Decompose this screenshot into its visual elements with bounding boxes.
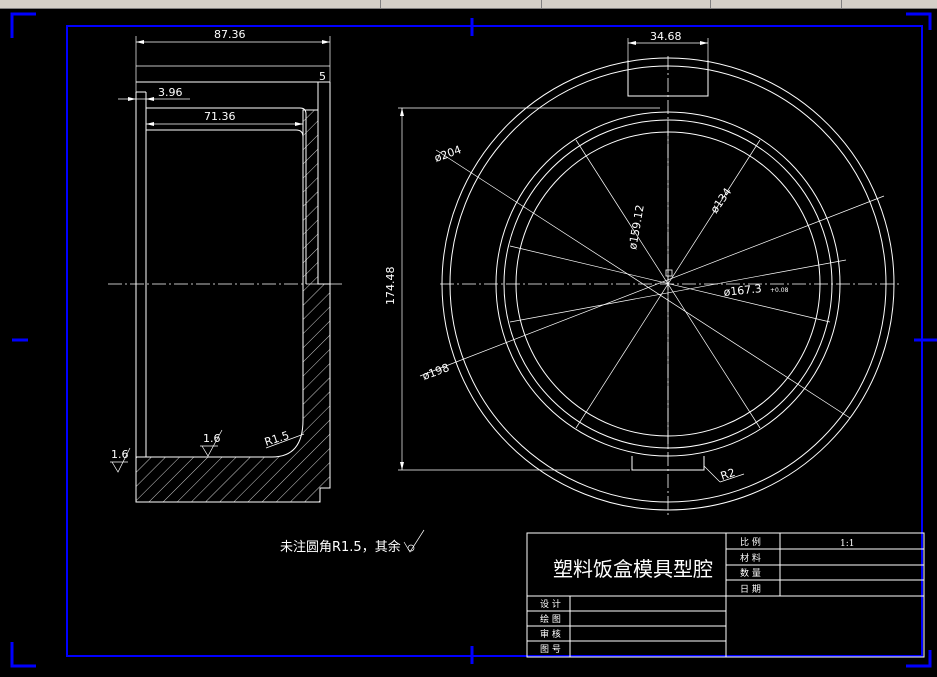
- dia-204-label: ø204: [433, 143, 464, 165]
- toolbar-segment[interactable]: [542, 0, 711, 8]
- toolbar-segment[interactable]: [381, 0, 542, 8]
- radius-r2-label: R2: [719, 466, 737, 483]
- prop-scale-value: 1:1: [840, 539, 854, 549]
- role-draw-label: 绘 图: [540, 613, 561, 625]
- title-block: 塑料饭盒模具型腔 比 例 1:1 材 料 数 量 日 期 设 计 绘 图 审 核…: [526, 532, 925, 658]
- dia-198-label: ø198: [421, 361, 452, 383]
- roughness-symbol: [403, 529, 425, 553]
- plan-view: 34.68 174.48 ø204 ø198 ø134 ø159.12 ø167…: [384, 30, 900, 515]
- dim-inner-label: 71.36: [204, 110, 236, 123]
- toolbar-segment[interactable]: [0, 0, 381, 8]
- role-design-label: 设 计: [540, 598, 561, 610]
- prop-date-label: 日 期: [740, 584, 761, 595]
- dia-167-tolerance: +0.08: [770, 287, 789, 294]
- radius-r15-label: R1.5: [263, 429, 291, 449]
- roughness-bottom-label: 1.6: [203, 432, 221, 445]
- dim-height-label: 174.48: [384, 267, 397, 306]
- prop-material-label: 材 料: [740, 552, 761, 564]
- section-view: 87.36 5 3.96 71.36 1.6 1.6 R1.5: [108, 28, 345, 503]
- cad-drawing-canvas[interactable]: 87.36 5 3.96 71.36 1.6 1.6 R1.5 34.68 17…: [0, 9, 937, 677]
- role-drawing-no-label: 图 号: [540, 644, 561, 655]
- dim-flange-label: 5: [319, 70, 326, 83]
- prop-quantity-label: 数 量: [740, 567, 761, 579]
- dia-167-label: ø167.3: [723, 282, 762, 299]
- roughness-left-label: 1.6: [111, 448, 129, 461]
- dia-159-label: ø159.12: [626, 204, 647, 251]
- drawing-border: [66, 25, 923, 657]
- dia-134-label: ø134: [708, 186, 735, 216]
- toolbar-segment[interactable]: [711, 0, 842, 8]
- section-hatch: [135, 109, 331, 503]
- dim-width-label: 87.36: [214, 28, 246, 41]
- dim-wall-label: 3.96: [158, 86, 183, 99]
- role-review-label: 审 核: [540, 628, 561, 640]
- drawing-title: 塑料饭盒模具型腔: [553, 557, 713, 581]
- technical-note: 未注圆角R1.5，其余: [280, 539, 401, 555]
- viewport-frame: [10, 12, 937, 668]
- prop-scale-label: 比 例: [740, 536, 761, 548]
- window-toolbar-strip: [0, 0, 937, 9]
- dim-slot-label: 34.68: [650, 30, 682, 43]
